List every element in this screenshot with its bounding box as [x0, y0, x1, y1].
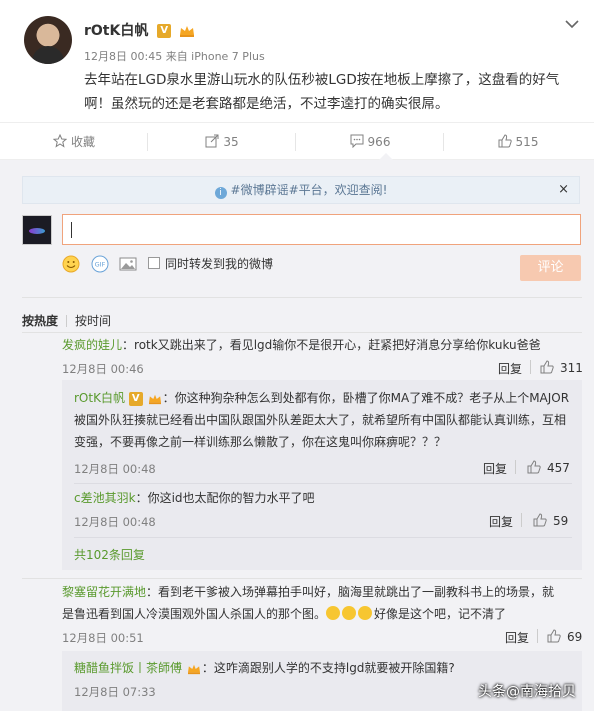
divider	[22, 297, 582, 298]
sort-by-time[interactable]: 按时间	[75, 314, 111, 328]
reply-text: rOtK白帆 V ：你这种狗杂种怎么到处都有你，卧槽了你MA了难不成？老子从上个…	[74, 391, 570, 449]
comment-icon	[350, 134, 364, 149]
comment-tools: GIF 同时转发到我的微博	[62, 255, 362, 273]
like-count: 515	[515, 135, 539, 149]
comment-like-count: 69	[567, 630, 583, 644]
emoji-icon	[342, 606, 357, 620]
author-avatar[interactable]	[24, 16, 72, 64]
verified-badge-icon: V	[157, 24, 172, 38]
comment-count: 966	[367, 135, 391, 149]
comment-text: 看到老干爹被入场弹幕拍手叫好，脑海里就跳出了一副教科书上的场景，就	[158, 585, 555, 599]
comment-like-button[interactable]: 69	[547, 629, 582, 644]
reply-time: 12月8日 07:33	[74, 685, 156, 699]
submit-comment-button[interactable]: 评论	[520, 255, 581, 281]
comment-button[interactable]: 966	[296, 123, 444, 161]
emoji-icon	[326, 606, 341, 620]
divider	[74, 483, 572, 484]
comment-input[interactable]	[62, 214, 581, 245]
divider	[22, 578, 582, 579]
reply-time: 12月8日 00:48	[74, 462, 156, 476]
repost-button[interactable]: 35	[148, 123, 296, 161]
weibo-post-card: rOtK白帆 V 12月8日 00:45 来自 iPhone 7 Plus 去年…	[0, 0, 594, 711]
reply-like-button[interactable]: 457	[527, 460, 570, 475]
reply-button[interactable]: 回复	[505, 629, 529, 646]
reply-text-line: 被国外队狂揍就已经看出中国队跟国外队差距太大了，就希望所有中国队都能认真训练，互…	[74, 413, 567, 427]
reply-button[interactable]: 回复	[498, 360, 522, 377]
comment-caret	[379, 153, 393, 160]
thumbs-up-icon	[540, 360, 554, 374]
notice-bar[interactable]: i #微博辟谣#平台，欢迎查阅! ×	[22, 176, 580, 204]
author-name[interactable]: rOtK白帆	[84, 23, 148, 39]
comment-text-row: 发疯的娃儿：rotk又跳出来了，看见lgd输你不是很开心，赶紧把好消息分享给你k…	[62, 338, 541, 352]
repost-checkbox[interactable]	[148, 257, 160, 269]
favorite-label: 收藏	[70, 135, 95, 149]
comment-like-button[interactable]: 311	[540, 360, 583, 375]
emoji-icon[interactable]	[62, 255, 80, 273]
reply-button[interactable]: 回复	[483, 460, 507, 477]
divider	[521, 513, 522, 527]
reply-text-line: 变强，不要再像之前一样训练那么懒散了，你在这鬼叫你麻痹呢？？？	[74, 435, 447, 449]
my-avatar	[22, 215, 52, 245]
divider	[530, 360, 531, 374]
action-bar: 收藏 35 966 515	[0, 122, 594, 160]
thumbs-up-icon	[498, 134, 512, 148]
member-crown-icon	[180, 26, 195, 37]
comment-text-row: 黎塞留花开满地：看到老干爹被入场弹幕拍手叫好，脑海里就跳出了一副教科书上的场景，…	[62, 585, 555, 621]
svg-text:GIF: GIF	[95, 261, 106, 269]
sort-by-hot[interactable]: 按热度	[22, 314, 58, 328]
author-name-row: rOtK白帆 V	[84, 20, 196, 40]
gif-icon[interactable]: GIF	[91, 255, 109, 273]
comment-text: 好像是这个吧，记不清了	[374, 607, 507, 621]
reply-text-line: 你这种狗杂种怎么到处都有你，卧槽了你MA了难不成？老子从上个MAJOR	[174, 391, 570, 405]
watermark: 头条@南海拾贝	[478, 684, 576, 700]
reply-like-button[interactable]: 59	[533, 513, 568, 528]
divider	[22, 332, 582, 333]
reply-button[interactable]: 回复	[489, 513, 513, 530]
favorite-button[interactable]: 收藏	[0, 123, 148, 161]
image-icon[interactable]	[119, 255, 137, 273]
thumbs-up-icon	[533, 513, 547, 527]
close-icon[interactable]: ×	[558, 177, 569, 203]
member-crown-icon	[187, 664, 200, 674]
thumbs-up-icon	[547, 629, 561, 643]
comment-user[interactable]: 发疯的娃儿	[62, 338, 122, 352]
reply-user[interactable]: c差池其羽k	[74, 491, 136, 505]
reply-text-line: 这咋滴跟别人学的不支持lgd就要被开除国籍?	[213, 661, 455, 675]
post-text: 去年站在LGD泉水里游山玩水的队伍秒被LGD按在地板上摩擦了，这盘看的好气啊！虽…	[84, 72, 560, 112]
reply-time: 12月8日 00:48	[74, 515, 156, 529]
comment-time: 12月8日 00:46	[62, 362, 144, 376]
divider	[515, 460, 516, 474]
reply-text: c差池其羽k：你这id也太配你的智力水平了吧	[74, 491, 315, 505]
reply-user[interactable]: rOtK白帆	[74, 391, 125, 405]
reply-like-count: 59	[553, 514, 569, 528]
post-meta: 12月8日 00:45 来自 iPhone 7 Plus	[84, 50, 265, 63]
thumbs-up-icon	[527, 460, 541, 474]
text-cursor	[71, 222, 72, 238]
comment-time: 12月8日 00:51	[62, 631, 144, 645]
notice-text: #微博辟谣#平台，欢迎查阅!	[230, 183, 388, 197]
repost-icon	[205, 134, 219, 148]
sort-tabs: 按热度 按时间	[22, 312, 111, 329]
verified-badge-icon: V	[128, 391, 143, 406]
divider	[537, 629, 538, 643]
comment-text: rotk又跳出来了，看见lgd输你不是很开心，赶紧把好消息分享给你kuku爸爸	[134, 338, 541, 352]
repost-count: 35	[223, 135, 239, 149]
chevron-down-icon[interactable]	[564, 16, 580, 32]
member-crown-icon	[148, 394, 161, 404]
reply-like-count: 457	[547, 461, 570, 475]
more-replies-link[interactable]: 共102条回复	[74, 546, 145, 563]
repost-checkbox-label: 同时转发到我的微博	[165, 257, 274, 271]
reply-user[interactable]: 糖醋鱼拌饭丨茶師傅	[74, 661, 182, 675]
info-icon: i	[214, 187, 227, 199]
comment-like-count: 311	[560, 361, 583, 375]
divider	[74, 537, 572, 538]
star-icon	[52, 133, 68, 148]
like-button[interactable]: 515	[444, 123, 592, 161]
comment-user[interactable]: 黎塞留花开满地	[62, 585, 146, 599]
emoji-icon	[358, 606, 373, 620]
divider	[66, 315, 68, 327]
reply-text: 糖醋鱼拌饭丨茶師傅 ：这咋滴跟别人学的不支持lgd就要被开除国籍?	[74, 661, 455, 675]
comment-text: 是鲁迅看到国人冷漠围观外国人杀国人的那个图。	[62, 607, 327, 621]
reply-text-line: 你这id也太配你的智力水平了吧	[147, 491, 315, 505]
